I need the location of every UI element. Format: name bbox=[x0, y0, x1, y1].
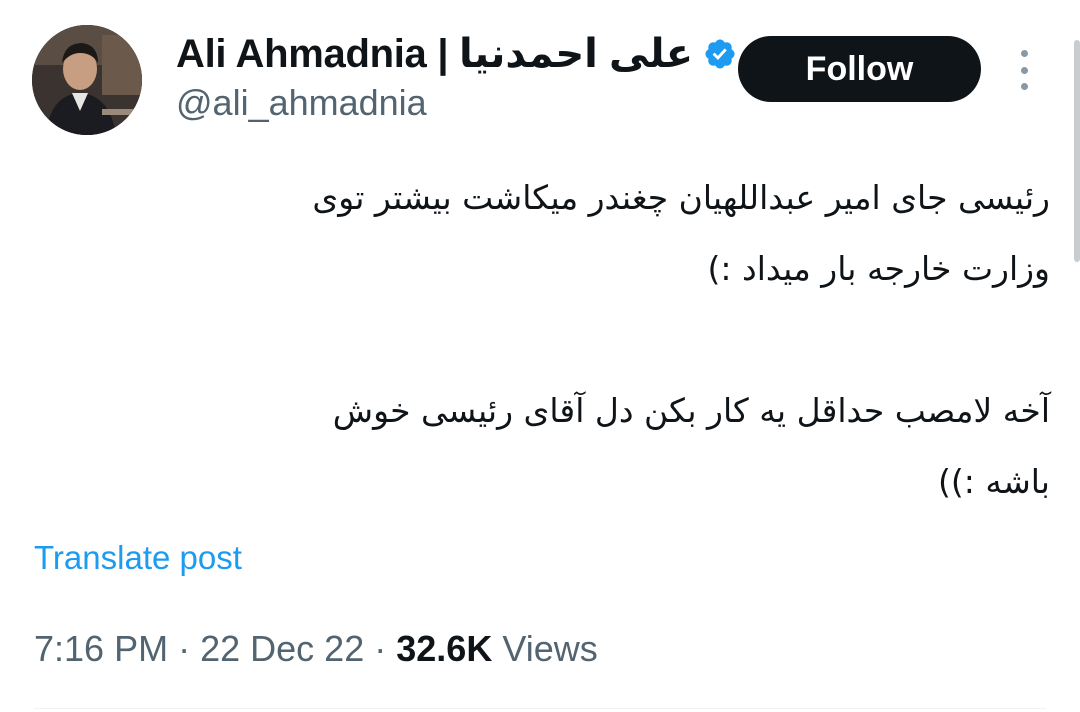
more-dot bbox=[1020, 50, 1028, 57]
tweet-text: رئیسی جای امیر عبداللهیان چغندر میکاشت ب… bbox=[60, 162, 1050, 517]
author-display-name[interactable]: Ali Ahmadnia | علی احمدنیا bbox=[176, 31, 693, 77]
translate-post-link[interactable]: Translate post bbox=[34, 539, 242, 577]
follow-button[interactable]: Follow bbox=[738, 36, 981, 102]
tweet-meta: 7:16 PM · 22 Dec 22 · 32.6K Views bbox=[34, 628, 598, 670]
tweet-date[interactable]: 22 Dec 22 bbox=[200, 628, 364, 669]
tweet-line-break bbox=[60, 304, 1050, 375]
author-handle[interactable]: @ali_ahmadnia bbox=[176, 82, 427, 124]
tweet-line: آخه لامصب حداقل یه کار بکن دل آقای رئیسی… bbox=[332, 391, 1050, 430]
more-dot bbox=[1020, 83, 1028, 90]
tweet-line: وزارت خارجه بار میداد :) bbox=[707, 249, 1050, 288]
tweet-time[interactable]: 7:16 PM bbox=[34, 628, 168, 669]
more-vertical-icon[interactable] bbox=[1010, 50, 1038, 90]
views-label: Views bbox=[502, 628, 598, 669]
meta-separator: · bbox=[178, 628, 191, 669]
verified-badge-icon bbox=[703, 37, 737, 71]
tweet-line: باشه :)) bbox=[938, 462, 1050, 501]
author-name-row: Ali Ahmadnia | علی احمدنیا bbox=[176, 28, 737, 80]
tweet-line: رئیسی جای امیر عبداللهیان چغندر میکاشت ب… bbox=[312, 178, 1050, 217]
meta-separator: · bbox=[374, 628, 387, 669]
avatar[interactable] bbox=[32, 25, 142, 135]
scrollbar[interactable] bbox=[1074, 40, 1080, 262]
views-count: 32.6K bbox=[396, 628, 493, 669]
more-dot bbox=[1020, 66, 1028, 74]
divider bbox=[34, 708, 1046, 709]
profile-photo bbox=[32, 25, 142, 135]
